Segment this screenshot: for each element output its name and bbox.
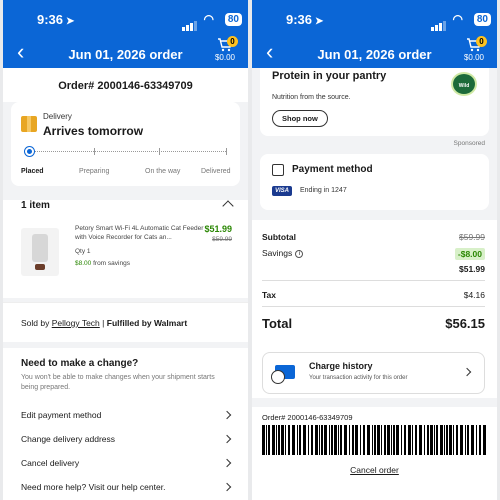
product-quantity: Qty 1 bbox=[75, 248, 91, 255]
step-placed: Placed bbox=[21, 168, 44, 175]
battery-indicator: 80 bbox=[224, 13, 242, 26]
items-header[interactable]: 1 item bbox=[3, 200, 248, 220]
product-price: $51.99 bbox=[204, 224, 232, 234]
progress-tracker bbox=[25, 147, 227, 156]
chevron-right-icon bbox=[222, 410, 232, 420]
subtotal-row: Subtotal $59.99 bbox=[262, 232, 485, 242]
wifi-icon: ◠ bbox=[203, 12, 214, 26]
cancel-delivery-row[interactable]: Cancel delivery bbox=[21, 458, 238, 478]
cart-total: $0.00 bbox=[463, 53, 485, 62]
charge-history-subtitle: Your transaction activity for this order bbox=[309, 375, 408, 381]
cancel-order-link[interactable]: Cancel order bbox=[252, 465, 497, 475]
change-address-row[interactable]: Change delivery address bbox=[21, 434, 238, 454]
charge-history-title: Charge history bbox=[309, 361, 373, 371]
shop-now-button[interactable]: Shop now bbox=[272, 110, 328, 127]
tracker-tick bbox=[94, 148, 95, 155]
cart-button[interactable]: 0 $0.00 bbox=[459, 36, 489, 62]
tracker-tick bbox=[159, 148, 161, 155]
chevron-right-icon bbox=[222, 482, 232, 492]
status-time: 9:36 ➤ bbox=[37, 12, 75, 27]
order-totals: Subtotal $59.99 Savings i -$8.00 $51.99 Tax… bbox=[252, 220, 497, 398]
top-bar: 9:36 ➤ ◠ 80 ‹ Jun 01, 2026 order 0 $0.00 bbox=[252, 0, 497, 68]
tracker-line bbox=[33, 151, 226, 152]
seller-link[interactable]: Pellogy Tech bbox=[52, 318, 100, 328]
card-ending: Ending in 1247 bbox=[300, 187, 347, 194]
divider bbox=[262, 306, 485, 307]
items-count: 1 item bbox=[21, 200, 50, 211]
tracker-current-dot bbox=[25, 147, 34, 156]
status-time: 9:36 ➤ bbox=[286, 12, 324, 27]
step-delivered: Delivered bbox=[201, 168, 231, 175]
order-barcode bbox=[262, 425, 486, 455]
delivery-status: Arrives tomorrow bbox=[43, 124, 144, 138]
status-bar: 9:36 ➤ ◠ 80 bbox=[3, 12, 248, 31]
tracker-tick bbox=[226, 148, 227, 155]
wallet-icon bbox=[272, 164, 284, 176]
chevron-right-icon bbox=[462, 367, 472, 377]
ad-subtitle: Nutrition from the source. bbox=[272, 94, 351, 101]
list-item[interactable]: Petory Smart Wi-Fi 4L Automatic Cat Feed… bbox=[3, 220, 248, 298]
product-image bbox=[21, 228, 59, 276]
delivery-label: Delivery bbox=[43, 112, 72, 121]
charge-history-icon bbox=[271, 365, 295, 384]
total-row: Total $56.15 bbox=[262, 316, 485, 331]
sponsored-label: Sponsored bbox=[453, 140, 485, 147]
payment-title: Payment method bbox=[292, 164, 373, 175]
product-was-price: $59.99 bbox=[212, 236, 232, 243]
subtotal-was: $59.99 bbox=[459, 232, 485, 242]
location-arrow-icon: ➤ bbox=[66, 16, 75, 27]
divider bbox=[262, 280, 485, 281]
product-name: Petory Smart Wi-Fi 4L Automatic Cat Feed… bbox=[75, 225, 204, 241]
charge-history-button[interactable]: Charge history Your transaction activity… bbox=[262, 352, 485, 394]
cart-count-badge: 0 bbox=[476, 36, 487, 47]
cart-total: $0.00 bbox=[214, 53, 236, 62]
barcode-order-number: Order# 2000146-63349709 bbox=[262, 413, 353, 422]
help-center-row[interactable]: Need more help? Visit our help center. bbox=[21, 482, 238, 500]
battery-indicator: 80 bbox=[473, 13, 491, 26]
sponsored-ad: Protein in your pantry Nutrition from th… bbox=[260, 68, 489, 136]
top-bar: 9:36 ➤ ◠ 80 ‹ Jun 01, 2026 order 0 $0.00 bbox=[3, 0, 248, 68]
location-arrow-icon: ➤ bbox=[315, 16, 324, 27]
savings-value: -$8.00 bbox=[454, 248, 485, 260]
barcode-section: Order# 2000146-63349709 Cancel order bbox=[252, 407, 497, 500]
delivery-card: Delivery Arrives tomorrow Placed Prepari… bbox=[11, 102, 240, 186]
tax-row: Tax $4.16 bbox=[262, 290, 485, 300]
status-bar: 9:36 ➤ ◠ 80 bbox=[252, 12, 497, 31]
seller-info: Sold by Pellogy Tech | Fulfilled by Walm… bbox=[3, 302, 248, 342]
change-note: You won't be able to make changes when y… bbox=[21, 374, 215, 391]
step-on-the-way: On the way bbox=[145, 168, 181, 175]
brand-logo[interactable]: Wild Planet bbox=[451, 72, 477, 113]
order-details-screen: 9:36 ➤ ◠ 80 ‹ Jun 01, 2026 order 0 $0.00 … bbox=[3, 0, 248, 500]
signal-icon bbox=[182, 16, 198, 31]
cart-button[interactable]: 0 $0.00 bbox=[210, 36, 240, 62]
chevron-right-icon bbox=[222, 434, 232, 444]
collapse-chevron-icon[interactable] bbox=[222, 200, 234, 212]
cart-count-badge: 0 bbox=[227, 36, 238, 47]
wifi-icon: ◠ bbox=[452, 12, 463, 26]
order-number: Order# 2000146-63349709 bbox=[3, 68, 248, 102]
step-preparing: Preparing bbox=[79, 168, 110, 175]
change-heading: Need to make a change? bbox=[21, 358, 139, 369]
visa-logo: VISA bbox=[272, 186, 293, 196]
edit-payment-method-row[interactable]: Edit payment method bbox=[21, 410, 238, 430]
product-savings: $8.00 from savings bbox=[75, 260, 130, 267]
signal-icon bbox=[431, 16, 447, 31]
package-icon bbox=[21, 116, 37, 132]
order-summary-screen: 9:36 ➤ ◠ 80 ‹ Jun 01, 2026 order 0 $0.00 … bbox=[252, 0, 497, 500]
savings-row: Savings i -$8.00 bbox=[262, 248, 485, 260]
change-section: Need to make a change? You won't be able… bbox=[3, 348, 248, 500]
chevron-right-icon bbox=[222, 458, 232, 468]
info-icon[interactable]: i bbox=[295, 249, 304, 258]
payment-method-card[interactable]: Payment method VISA Ending in 1247 bbox=[260, 154, 489, 210]
ad-title: Protein in your pantry bbox=[272, 70, 387, 82]
